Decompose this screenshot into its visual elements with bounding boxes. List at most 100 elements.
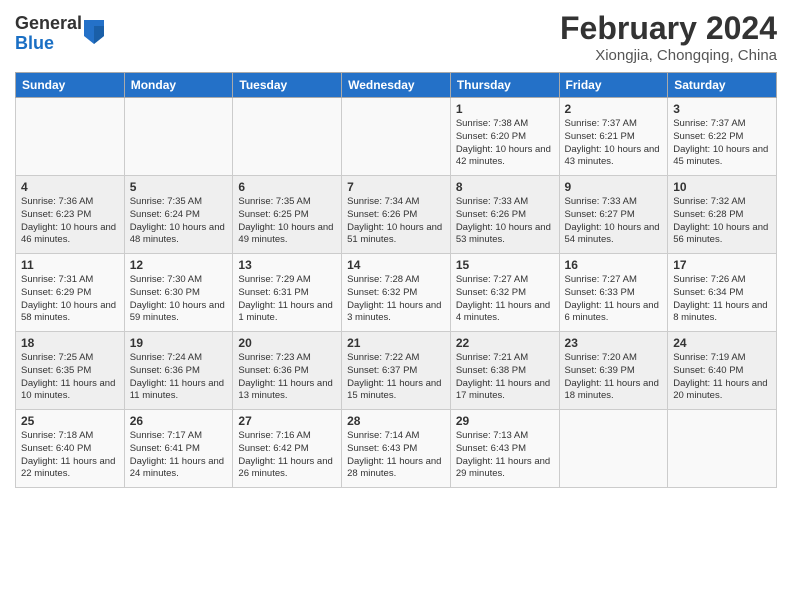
day-number: 26 xyxy=(130,414,228,428)
day-info: Sunrise: 7:25 AM Sunset: 6:35 PM Dayligh… xyxy=(21,352,119,403)
logo-general: General xyxy=(15,13,82,33)
calendar-cell: 16Sunrise: 7:27 AM Sunset: 6:33 PM Dayli… xyxy=(559,254,668,332)
calendar-cell: 4 Sunrise: 7:36 AM Sunset: 6:23 PM Daylig… xyxy=(16,176,125,254)
day-number: 9 xyxy=(565,180,663,194)
calendar-cell: 29Sunrise: 7:13 AM Sunset: 6:43 PM Dayli… xyxy=(450,410,559,488)
calendar-cell: 2 Sunrise: 7:37 AM Sunset: 6:21 PM Daylig… xyxy=(559,98,668,176)
page-header: General Blue February 2024 Xiongjia, Cho… xyxy=(15,10,777,64)
header-monday: Monday xyxy=(124,73,233,98)
day-number: 5 xyxy=(130,180,228,194)
calendar-cell xyxy=(124,98,233,176)
day-number: 16 xyxy=(565,258,663,272)
calendar-week-2: 4 Sunrise: 7:36 AM Sunset: 6:23 PM Daylig… xyxy=(16,176,777,254)
calendar-week-3: 11 Sunrise: 7:31 AM Sunset: 6:29 PM Dayli… xyxy=(16,254,777,332)
calendar-cell: 14 Sunrise: 7:28 AM Sunset: 6:32 PM Dayli… xyxy=(342,254,451,332)
day-info: Sunrise: 7:28 AM Sunset: 6:32 PM Dayligh… xyxy=(347,274,445,325)
calendar-week-5: 25 Sunrise: 7:18 AM Sunset: 6:40 PM Dayli… xyxy=(16,410,777,488)
header-tuesday: Tuesday xyxy=(233,73,342,98)
calendar-cell: 20 Sunrise: 7:23 AM Sunset: 6:36 PM Dayli… xyxy=(233,332,342,410)
calendar-cell xyxy=(342,98,451,176)
day-info: Sunrise: 7:19 AM Sunset: 6:40 PM Dayligh… xyxy=(673,352,771,403)
day-number: 20 xyxy=(238,336,336,350)
calendar-cell: 23Sunrise: 7:20 AM Sunset: 6:39 PM Dayli… xyxy=(559,332,668,410)
day-info: Sunrise: 7:35 AM Sunset: 6:25 PM Dayligh… xyxy=(238,196,336,247)
day-number: 24 xyxy=(673,336,771,350)
day-info: Sunrise: 7:32 AM Sunset: 6:28 PM Dayligh… xyxy=(673,196,771,247)
day-number: 14 xyxy=(347,258,445,272)
day-info: Sunrise: 7:35 AM Sunset: 6:24 PM Dayligh… xyxy=(130,196,228,247)
day-number: 11 xyxy=(21,258,119,272)
day-number: 22 xyxy=(456,336,554,350)
calendar-cell: 24 Sunrise: 7:19 AM Sunset: 6:40 PM Dayli… xyxy=(668,332,777,410)
calendar-cell: 28Sunrise: 7:14 AM Sunset: 6:43 PM Dayli… xyxy=(342,410,451,488)
day-info: Sunrise: 7:29 AM Sunset: 6:31 PM Dayligh… xyxy=(238,274,336,325)
logo-text: General Blue xyxy=(15,14,82,54)
day-info: Sunrise: 7:30 AM Sunset: 6:30 PM Dayligh… xyxy=(130,274,228,325)
weekday-header-row: Sunday Monday Tuesday Wednesday Thursday… xyxy=(16,73,777,98)
header-wednesday: Wednesday xyxy=(342,73,451,98)
calendar-week-4: 18 Sunrise: 7:25 AM Sunset: 6:35 PM Dayli… xyxy=(16,332,777,410)
title-block: February 2024 Xiongjia, Chongqing, China xyxy=(560,10,777,64)
calendar-cell: 17 Sunrise: 7:26 AM Sunset: 6:34 PM Dayli… xyxy=(668,254,777,332)
day-number: 25 xyxy=(21,414,119,428)
day-info: Sunrise: 7:34 AM Sunset: 6:26 PM Dayligh… xyxy=(347,196,445,247)
calendar-cell: 8Sunrise: 7:33 AM Sunset: 6:26 PM Daylig… xyxy=(450,176,559,254)
calendar-table: Sunday Monday Tuesday Wednesday Thursday… xyxy=(15,72,777,488)
calendar-cell: 22 Sunrise: 7:21 AM Sunset: 6:38 PM Dayli… xyxy=(450,332,559,410)
day-number: 27 xyxy=(238,414,336,428)
day-info: Sunrise: 7:18 AM Sunset: 6:40 PM Dayligh… xyxy=(21,430,119,481)
calendar-cell xyxy=(668,410,777,488)
calendar-cell: 9 Sunrise: 7:33 AM Sunset: 6:27 PM Daylig… xyxy=(559,176,668,254)
header-sunday: Sunday xyxy=(16,73,125,98)
calendar-cell: 1 Sunrise: 7:38 AM Sunset: 6:20 PM Daylig… xyxy=(450,98,559,176)
header-friday: Friday xyxy=(559,73,668,98)
calendar-cell: 26 Sunrise: 7:17 AM Sunset: 6:41 PM Dayli… xyxy=(124,410,233,488)
day-number: 15 xyxy=(456,258,554,272)
calendar-cell: 11 Sunrise: 7:31 AM Sunset: 6:29 PM Dayli… xyxy=(16,254,125,332)
header-saturday: Saturday xyxy=(668,73,777,98)
calendar-cell: 15Sunrise: 7:27 AM Sunset: 6:32 PM Dayli… xyxy=(450,254,559,332)
calendar-page: General Blue February 2024 Xiongjia, Cho… xyxy=(0,0,792,612)
day-info: Sunrise: 7:17 AM Sunset: 6:41 PM Dayligh… xyxy=(130,430,228,481)
day-number: 19 xyxy=(130,336,228,350)
day-number: 1 xyxy=(456,102,554,116)
day-info: Sunrise: 7:33 AM Sunset: 6:26 PM Dayligh… xyxy=(456,196,554,247)
logo-blue: Blue xyxy=(15,33,54,53)
calendar-cell xyxy=(233,98,342,176)
day-number: 7 xyxy=(347,180,445,194)
calendar-cell: 25 Sunrise: 7:18 AM Sunset: 6:40 PM Dayli… xyxy=(16,410,125,488)
header-thursday: Thursday xyxy=(450,73,559,98)
calendar-cell: 13Sunrise: 7:29 AM Sunset: 6:31 PM Dayli… xyxy=(233,254,342,332)
day-info: Sunrise: 7:37 AM Sunset: 6:22 PM Dayligh… xyxy=(673,118,771,169)
calendar-week-1: 1 Sunrise: 7:38 AM Sunset: 6:20 PM Daylig… xyxy=(16,98,777,176)
day-info: Sunrise: 7:16 AM Sunset: 6:42 PM Dayligh… xyxy=(238,430,336,481)
day-number: 10 xyxy=(673,180,771,194)
day-number: 12 xyxy=(130,258,228,272)
day-info: Sunrise: 7:37 AM Sunset: 6:21 PM Dayligh… xyxy=(565,118,663,169)
day-info: Sunrise: 7:38 AM Sunset: 6:20 PM Dayligh… xyxy=(456,118,554,169)
day-info: Sunrise: 7:33 AM Sunset: 6:27 PM Dayligh… xyxy=(565,196,663,247)
calendar-cell: 27 Sunrise: 7:16 AM Sunset: 6:42 PM Dayli… xyxy=(233,410,342,488)
day-number: 4 xyxy=(21,180,119,194)
day-number: 28 xyxy=(347,414,445,428)
day-number: 18 xyxy=(21,336,119,350)
day-info: Sunrise: 7:22 AM Sunset: 6:37 PM Dayligh… xyxy=(347,352,445,403)
day-info: Sunrise: 7:23 AM Sunset: 6:36 PM Dayligh… xyxy=(238,352,336,403)
day-info: Sunrise: 7:36 AM Sunset: 6:23 PM Dayligh… xyxy=(21,196,119,247)
calendar-cell: 5 Sunrise: 7:35 AM Sunset: 6:24 PM Daylig… xyxy=(124,176,233,254)
calendar-cell: 12 Sunrise: 7:30 AM Sunset: 6:30 PM Dayli… xyxy=(124,254,233,332)
calendar-subtitle: Xiongjia, Chongqing, China xyxy=(560,47,777,64)
day-number: 21 xyxy=(347,336,445,350)
calendar-title: February 2024 xyxy=(560,10,777,47)
day-info: Sunrise: 7:26 AM Sunset: 6:34 PM Dayligh… xyxy=(673,274,771,325)
calendar-cell xyxy=(16,98,125,176)
logo-icon xyxy=(84,20,104,44)
calendar-cell xyxy=(559,410,668,488)
day-info: Sunrise: 7:21 AM Sunset: 6:38 PM Dayligh… xyxy=(456,352,554,403)
calendar-cell: 18 Sunrise: 7:25 AM Sunset: 6:35 PM Dayli… xyxy=(16,332,125,410)
day-number: 17 xyxy=(673,258,771,272)
day-info: Sunrise: 7:20 AM Sunset: 6:39 PM Dayligh… xyxy=(565,352,663,403)
calendar-cell: 6Sunrise: 7:35 AM Sunset: 6:25 PM Daylig… xyxy=(233,176,342,254)
day-info: Sunrise: 7:31 AM Sunset: 6:29 PM Dayligh… xyxy=(21,274,119,325)
day-number: 2 xyxy=(565,102,663,116)
